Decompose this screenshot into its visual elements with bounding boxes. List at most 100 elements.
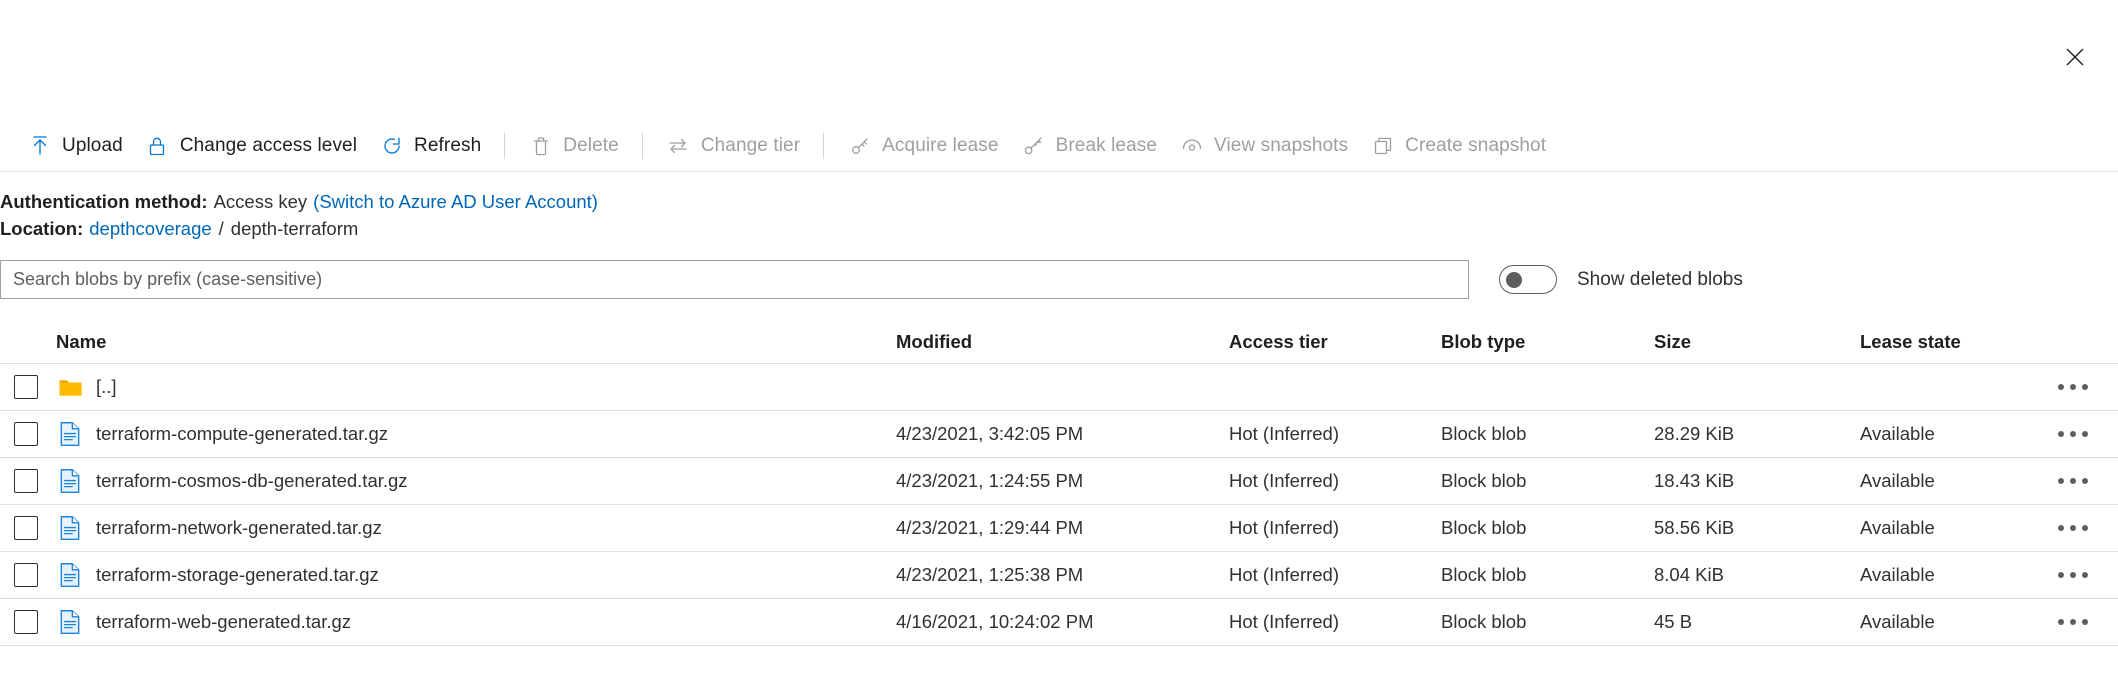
toggle-knob [1506, 272, 1522, 288]
file-icon [56, 420, 84, 448]
table-row[interactable]: terraform-storage-generated.tar.gz4/23/2… [0, 552, 2118, 599]
cell-size: 58.56 KiB [1654, 517, 1860, 539]
upload-icon [27, 134, 52, 159]
more-options-icon[interactable] [2050, 421, 2096, 447]
blob-name-link[interactable]: [..] [96, 376, 117, 398]
cell-lease-state: Available [1860, 517, 2028, 539]
search-input[interactable] [0, 260, 1469, 299]
column-header-modified[interactable]: Modified [896, 331, 1229, 353]
row-checkbox-cell [0, 375, 41, 399]
row-actions-cell [2028, 468, 2118, 494]
blob-name-link[interactable]: terraform-cosmos-db-generated.tar.gz [96, 470, 408, 492]
location-container-name: depth-terraform [231, 215, 359, 242]
toolbar-button-label: Change tier [701, 135, 800, 157]
table-row[interactable]: terraform-compute-generated.tar.gz 4/23/2… [0, 411, 2118, 458]
key-icon [847, 134, 872, 159]
row-checkbox[interactable] [14, 563, 38, 587]
authentication-method-line: Authentication method: Access key (Switc… [0, 188, 598, 215]
toolbar-divider [0, 171, 2118, 172]
table-header-row: Name Modified Access tier Blob type Size… [0, 320, 2118, 364]
blob-name-link[interactable]: terraform-web-generated.tar.gz [96, 611, 351, 633]
cell-name: terraform-compute-generated.tar.gz [41, 420, 896, 448]
filter-row: Show deleted blobs [0, 260, 2118, 299]
toolbar-button-create-snapshot: Create snapshot [1359, 124, 1557, 168]
cell-lease-state: Available [1860, 470, 2028, 492]
more-options-icon[interactable] [2050, 468, 2096, 494]
location-storage-account-link[interactable]: depthcoverage [89, 215, 211, 242]
close-button[interactable] [2054, 36, 2096, 78]
cell-name: terraform-network-generated.tar.gz [41, 514, 896, 542]
location-separator: / [219, 215, 224, 242]
row-checkbox[interactable] [14, 422, 38, 446]
file-icon [56, 514, 84, 542]
blob-name-link[interactable]: terraform-storage-generated.tar.gz [96, 564, 379, 586]
cell-name: terraform-web-generated.tar.gz [41, 608, 896, 636]
cell-blob-type: Block blob [1441, 470, 1654, 492]
toolbar-button-label: Create snapshot [1405, 135, 1546, 157]
cell-access-tier: Hot (Inferred) [1229, 423, 1441, 445]
cell-blob-type: Block blob [1441, 611, 1654, 633]
show-deleted-blobs-control: Show deleted blobs [1499, 265, 1743, 294]
snapshot-create-icon [1370, 134, 1395, 159]
toolbar-button-label: Change access level [180, 135, 357, 157]
blob-container-browser: UploadChange access levelRefreshDeleteCh… [0, 0, 2118, 693]
cell-modified: 4/23/2021, 3:42:05 PM [896, 423, 1229, 445]
file-icon [56, 467, 84, 495]
column-header-blob-type[interactable]: Blob type [1441, 331, 1654, 353]
toolbar-button-acquire-lease: Acquire lease [836, 124, 1009, 168]
file-icon [56, 561, 84, 589]
cell-modified: 4/16/2021, 10:24:02 PM [896, 611, 1229, 633]
toolbar-button-label: Acquire lease [882, 135, 998, 157]
show-deleted-blobs-toggle[interactable] [1499, 265, 1557, 294]
container-details: Authentication method: Access key (Switc… [0, 188, 598, 242]
cell-access-tier: Hot (Inferred) [1229, 517, 1441, 539]
authentication-method-label: Authentication method: [0, 188, 208, 215]
close-icon [2064, 46, 2086, 68]
command-toolbar: UploadChange access levelRefreshDeleteCh… [0, 121, 2118, 171]
toolbar-button-upload[interactable]: Upload [16, 124, 134, 168]
column-header-lease-state[interactable]: Lease state [1860, 331, 2028, 353]
row-checkbox[interactable] [14, 610, 38, 634]
more-options-icon[interactable] [2050, 374, 2096, 400]
table-row[interactable]: terraform-web-generated.tar.gz 4/16/2021,… [0, 599, 2118, 646]
table-row[interactable]: [..] [0, 364, 2118, 411]
cell-size: 28.29 KiB [1654, 423, 1860, 445]
row-checkbox[interactable] [14, 516, 38, 540]
toolbar-button-view-snapshots: View snapshots [1168, 124, 1359, 168]
cell-blob-type: Block blob [1441, 517, 1654, 539]
row-checkbox[interactable] [14, 469, 38, 493]
broken-key-icon [1021, 134, 1046, 159]
toolbar-separator [823, 133, 824, 159]
table-row[interactable]: terraform-network-generated.tar.gz4/23/2… [0, 505, 2118, 552]
more-options-icon[interactable] [2050, 562, 2096, 588]
cell-lease-state: Available [1860, 611, 2028, 633]
toolbar-button-change-access-level[interactable]: Change access level [134, 124, 368, 168]
location-label: Location: [0, 215, 83, 242]
blob-name-link[interactable]: terraform-network-generated.tar.gz [96, 517, 382, 539]
table-row[interactable]: terraform-cosmos-db-generated.tar.gz 4/23… [0, 458, 2118, 505]
column-header-size[interactable]: Size [1654, 331, 1860, 353]
folder-icon [56, 373, 84, 401]
cell-size: 8.04 KiB [1654, 564, 1860, 586]
location-line: Location: depthcoverage / depth-terrafor… [0, 215, 598, 242]
row-actions-cell [2028, 562, 2118, 588]
column-header-name[interactable]: Name [56, 331, 106, 353]
row-checkbox-cell [0, 422, 41, 446]
row-actions-cell [2028, 515, 2118, 541]
toolbar-button-refresh[interactable]: Refresh [368, 124, 492, 168]
switch-auth-link[interactable]: (Switch to Azure AD User Account) [313, 188, 598, 215]
toolbar-separator [504, 133, 505, 159]
row-actions-cell [2028, 421, 2118, 447]
column-header-access-tier[interactable]: Access tier [1229, 331, 1441, 353]
row-actions-cell [2028, 609, 2118, 635]
more-options-icon[interactable] [2050, 609, 2096, 635]
cell-access-tier: Hot (Inferred) [1229, 564, 1441, 586]
refresh-icon [379, 134, 404, 159]
trash-icon [528, 134, 553, 159]
toolbar-button-label: Break lease [1056, 135, 1157, 157]
row-checkbox[interactable] [14, 375, 38, 399]
cell-modified: 4/23/2021, 1:24:55 PM [896, 470, 1229, 492]
toolbar-button-label: Upload [62, 135, 123, 157]
more-options-icon[interactable] [2050, 515, 2096, 541]
blob-name-link[interactable]: terraform-compute-generated.tar.gz [96, 423, 388, 445]
